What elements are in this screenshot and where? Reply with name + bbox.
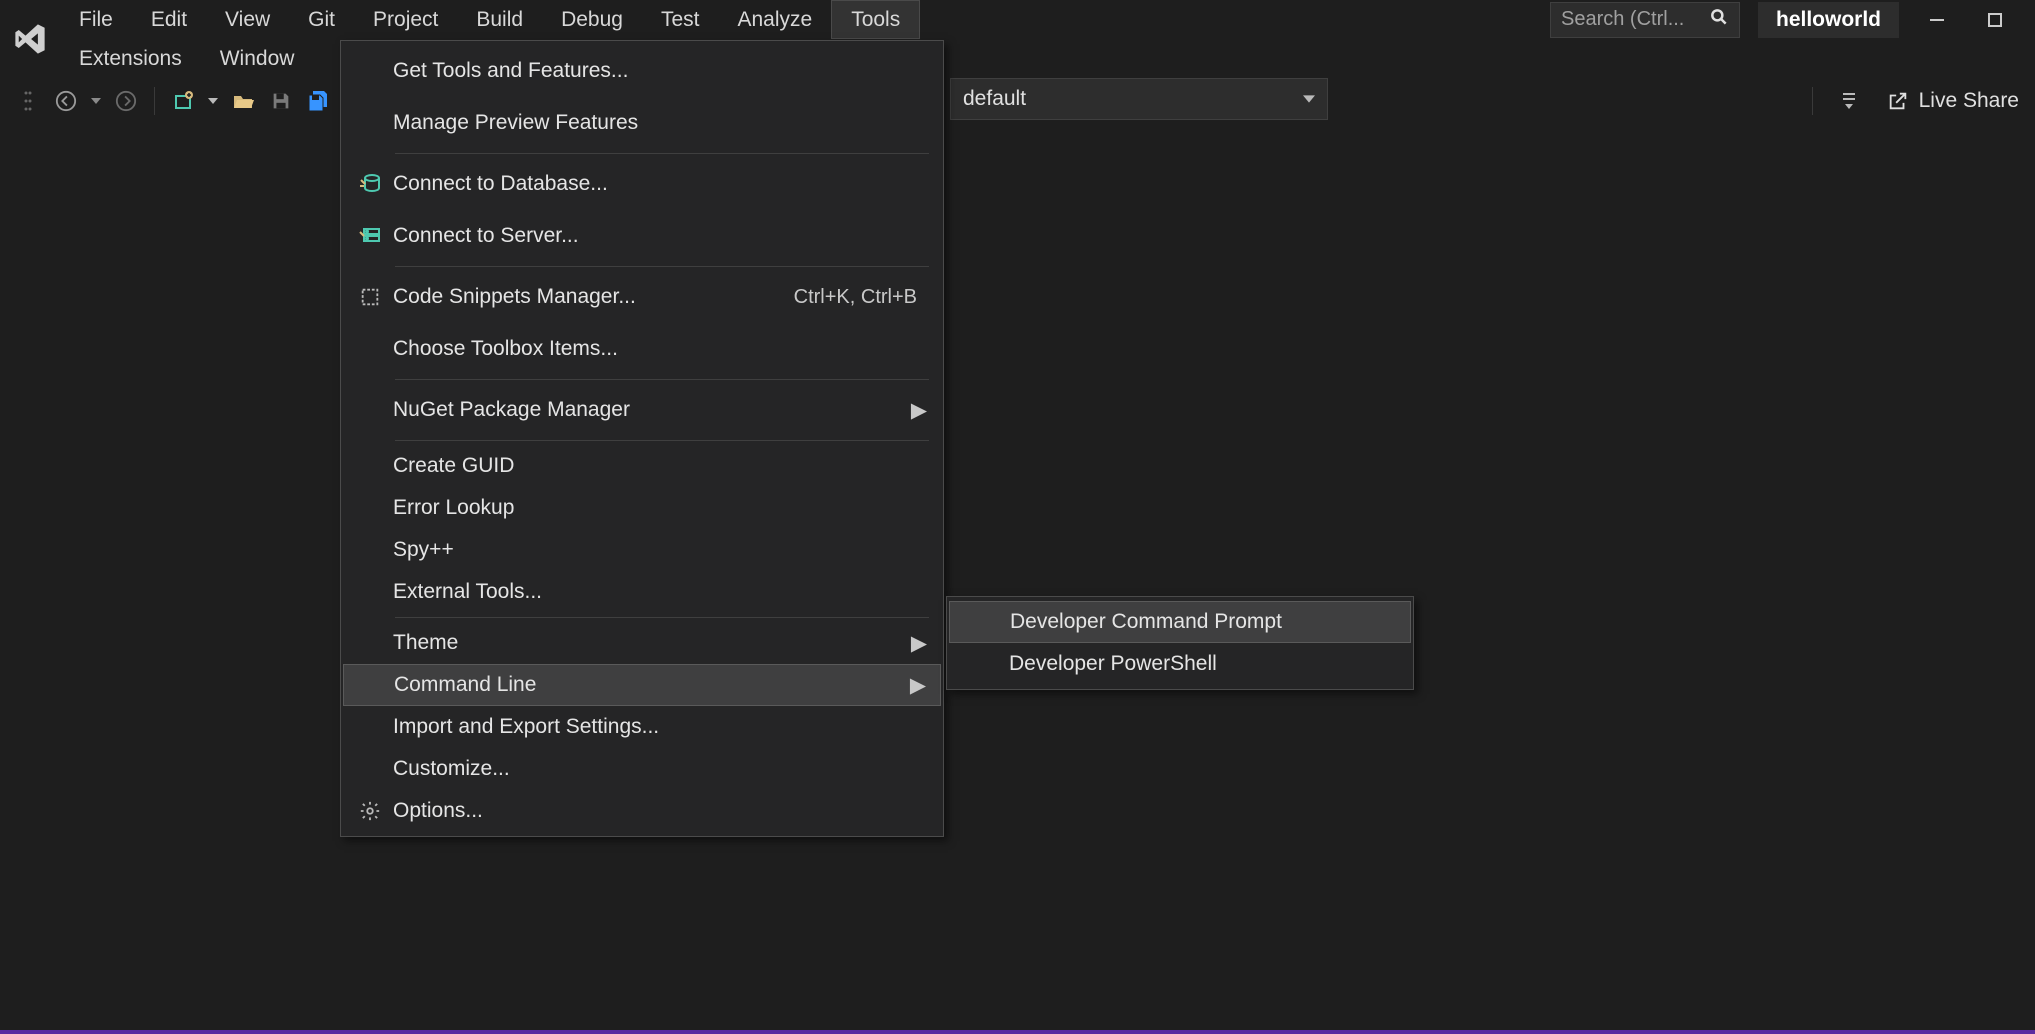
save-button[interactable]	[265, 85, 297, 117]
toolbar-right: Live Share	[1806, 78, 2027, 124]
submenu-arrow-icon: ▶	[909, 631, 927, 656]
menu-item-external-tools[interactable]: External Tools...	[343, 571, 941, 613]
toolbar-separator	[154, 87, 155, 115]
solution-name: helloworld	[1758, 2, 1899, 38]
menu-build[interactable]: Build	[457, 0, 542, 39]
solution-configuration-value: default	[963, 87, 1026, 111]
menu-file[interactable]: File	[60, 0, 132, 39]
menu-edit[interactable]: Edit	[132, 0, 206, 39]
live-share-label: Live Share	[1919, 89, 2019, 113]
menu-item-connect-server[interactable]: Connect to Server...	[343, 210, 941, 262]
menu-item-customize[interactable]: Customize...	[343, 748, 941, 790]
menu-analyze[interactable]: Analyze	[718, 0, 831, 39]
toolbar-overflow-icon[interactable]	[1833, 85, 1865, 117]
menu-debug[interactable]: Debug	[542, 0, 642, 39]
nav-forward-button[interactable]	[110, 85, 142, 117]
drag-handle-icon[interactable]	[12, 85, 44, 117]
chevron-down-icon	[1303, 93, 1315, 105]
menu-item-nuget[interactable]: NuGet Package Manager ▶	[343, 384, 941, 436]
menu-item-manage-preview[interactable]: Manage Preview Features	[343, 97, 941, 149]
menu-item-code-snippets[interactable]: Code Snippets Manager... Ctrl+K, Ctrl+B	[343, 271, 941, 323]
menu-separator	[395, 440, 929, 441]
gear-icon	[347, 800, 393, 822]
submenu-arrow-icon: ▶	[909, 398, 927, 423]
command-line-submenu: Developer Command Prompt Developer Power…	[946, 596, 1414, 690]
snippet-icon	[347, 286, 393, 308]
database-icon	[347, 172, 393, 196]
menu-window[interactable]: Window	[201, 39, 314, 78]
title-bar: File Edit View Git Project Build Debug T…	[0, 0, 2035, 78]
menu-shortcut: Ctrl+K, Ctrl+B	[794, 286, 927, 309]
menu-extensions[interactable]: Extensions	[60, 39, 201, 78]
menu-git[interactable]: Git	[289, 0, 354, 39]
menu-view[interactable]: View	[206, 0, 289, 39]
tools-menu-popup: Get Tools and Features... Manage Preview…	[340, 40, 944, 837]
menu-item-import-export[interactable]: Import and Export Settings...	[343, 706, 941, 748]
window-maximize-button[interactable]	[1975, 2, 2015, 38]
menu-item-error-lookup[interactable]: Error Lookup	[343, 487, 941, 529]
menu-item-spy[interactable]: Spy++	[343, 529, 941, 571]
menu-item-create-guid[interactable]: Create GUID	[343, 445, 941, 487]
submenu-arrow-icon: ▶	[908, 673, 926, 698]
visual-studio-logo-icon	[0, 0, 60, 78]
menu-separator	[395, 379, 929, 380]
menu-separator	[395, 617, 929, 618]
nav-back-dropdown[interactable]	[88, 85, 104, 117]
toolbar-separator	[1812, 87, 1813, 115]
window-minimize-button[interactable]	[1917, 2, 1957, 38]
menu-separator	[395, 266, 929, 267]
status-bar	[0, 1030, 2035, 1034]
new-project-dropdown[interactable]	[205, 85, 221, 117]
search-placeholder: Search (Ctrl...	[1561, 8, 1684, 31]
menu-item-command-line[interactable]: Command Line ▶	[343, 664, 941, 706]
save-all-button[interactable]	[303, 85, 335, 117]
nav-back-button[interactable]	[50, 85, 82, 117]
title-right: Search (Ctrl... helloworld	[1550, 0, 2035, 39]
server-icon	[347, 224, 393, 248]
menu-item-connect-database[interactable]: Connect to Database...	[343, 158, 941, 210]
submenu-item-developer-powershell[interactable]: Developer PowerShell	[949, 643, 1411, 685]
menu-row-1: File Edit View Git Project Build Debug T…	[60, 0, 920, 39]
search-input[interactable]: Search (Ctrl...	[1550, 2, 1740, 38]
solution-configuration-dropdown[interactable]: default	[950, 78, 1328, 120]
menu-item-get-tools[interactable]: Get Tools and Features...	[343, 45, 941, 97]
share-icon	[1887, 90, 1909, 112]
menu-item-options[interactable]: Options...	[343, 790, 941, 832]
live-share-button[interactable]: Live Share	[1879, 89, 2027, 113]
new-project-button[interactable]	[167, 85, 199, 117]
open-file-button[interactable]	[227, 85, 259, 117]
menu-test[interactable]: Test	[642, 0, 719, 39]
menu-item-choose-toolbox[interactable]: Choose Toolbox Items...	[343, 323, 941, 375]
menu-separator	[395, 153, 929, 154]
menu-project[interactable]: Project	[354, 0, 457, 39]
menu-item-theme[interactable]: Theme ▶	[343, 622, 941, 664]
search-icon	[1709, 7, 1729, 33]
menu-tools[interactable]: Tools	[831, 0, 920, 39]
submenu-item-developer-command-prompt[interactable]: Developer Command Prompt	[949, 601, 1411, 643]
